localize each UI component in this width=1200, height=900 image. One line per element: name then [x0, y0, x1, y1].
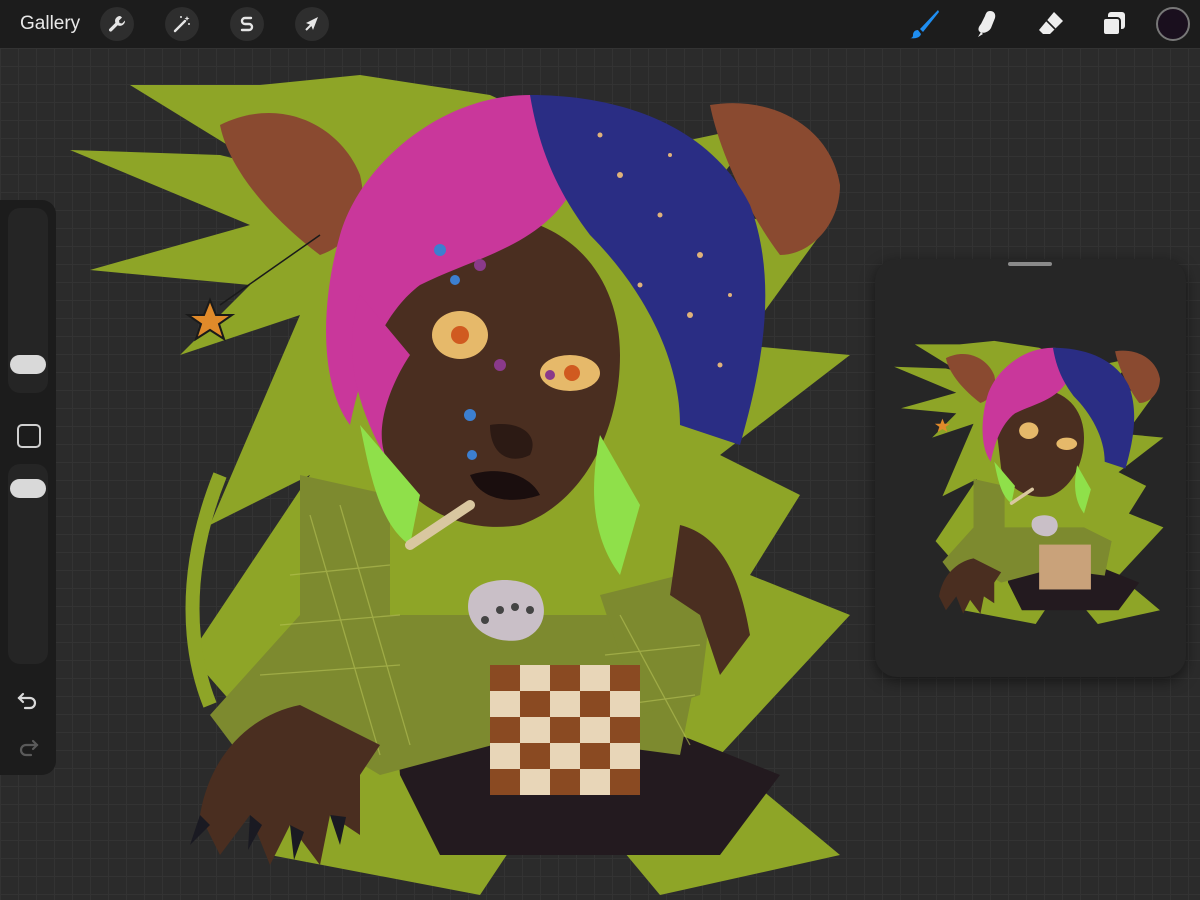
brush-size-slider[interactable] [8, 208, 48, 393]
reference-drag-handle[interactable] [1008, 262, 1052, 266]
transform-arrow-icon[interactable] [295, 7, 330, 41]
actions-wrench-icon[interactable] [100, 7, 135, 41]
reference-window[interactable] [875, 259, 1186, 677]
redo-icon[interactable] [16, 735, 40, 759]
brush-icon[interactable] [907, 6, 943, 42]
reference-thumbnail [894, 340, 1164, 624]
artwork-illustration [70, 75, 850, 895]
modify-button[interactable] [17, 424, 41, 448]
opacity-slider-knob[interactable] [10, 479, 46, 498]
selection-s-icon[interactable] [230, 7, 265, 41]
brush-size-slider-knob[interactable] [10, 355, 46, 374]
adjustments-magic-wand-icon[interactable] [165, 7, 200, 41]
color-picker-swatch[interactable] [1156, 7, 1190, 41]
eraser-icon[interactable] [1033, 6, 1069, 42]
undo-icon[interactable] [16, 688, 40, 712]
opacity-slider[interactable] [8, 464, 48, 664]
layers-icon[interactable] [1096, 6, 1132, 42]
top-toolbar: Gallery [0, 0, 1200, 48]
left-sidebar [0, 200, 56, 775]
gallery-button[interactable]: Gallery [20, 13, 80, 35]
smudge-icon[interactable] [970, 6, 1006, 42]
